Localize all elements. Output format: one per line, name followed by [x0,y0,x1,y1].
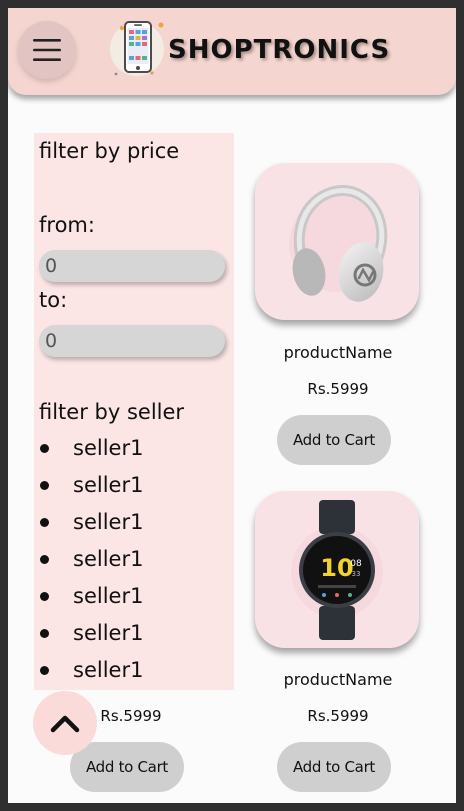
svg-text:33: 33 [352,570,361,578]
scroll-to-top-button[interactable] [33,691,97,755]
price-to-input[interactable] [39,325,225,357]
product-name[interactable]: productName [238,670,438,689]
add-to-cart-button[interactable]: Add to Cart [277,742,391,792]
to-label: to: [39,288,68,312]
from-label: from: [39,213,95,237]
menu-button[interactable] [18,21,76,79]
filter-panel: filter by price from: to: filter by sell… [34,133,234,690]
headphones-image [289,184,388,302]
price-from-input[interactable] [39,250,225,282]
product-image[interactable] [255,163,419,320]
svg-text:08: 08 [350,559,362,569]
seller-item[interactable]: seller1 [34,467,234,504]
app-frame: SHOPTRONICS filter by price from: to: fi… [8,8,456,803]
brand-name[interactable]: SHOPTRONICS [168,35,390,65]
svg-text:10: 10 [320,554,353,582]
seller-item[interactable]: seller1 [34,615,234,652]
chevron-up-icon [50,715,80,733]
product-price: Rs.5999 [307,380,369,398]
price-filter-heading: filter by price [39,139,180,163]
seller-item[interactable]: seller1 [34,541,234,578]
product-name[interactable]: productName [238,343,438,362]
seller-list: seller1 seller1 seller1 seller1 seller1 … [34,430,234,689]
add-to-cart-button[interactable]: Add to Cart [70,742,184,792]
seller-item[interactable]: seller1 [34,652,234,689]
product-image[interactable]: 10 08 33 [255,491,419,648]
add-to-cart-button[interactable]: Add to Cart [277,415,391,465]
hamburger-menu-icon [33,39,61,61]
seller-item[interactable]: seller1 [34,578,234,615]
seller-item[interactable]: seller1 [34,430,234,467]
smartphone-logo-icon [110,21,164,76]
seller-filter-heading: filter by seller [39,400,185,424]
product-price: Rs.5999 [307,707,369,725]
seller-item[interactable]: seller1 [34,504,234,541]
app-header: SHOPTRONICS [8,8,456,95]
smartwatch-image: 10 08 33 [291,499,383,640]
